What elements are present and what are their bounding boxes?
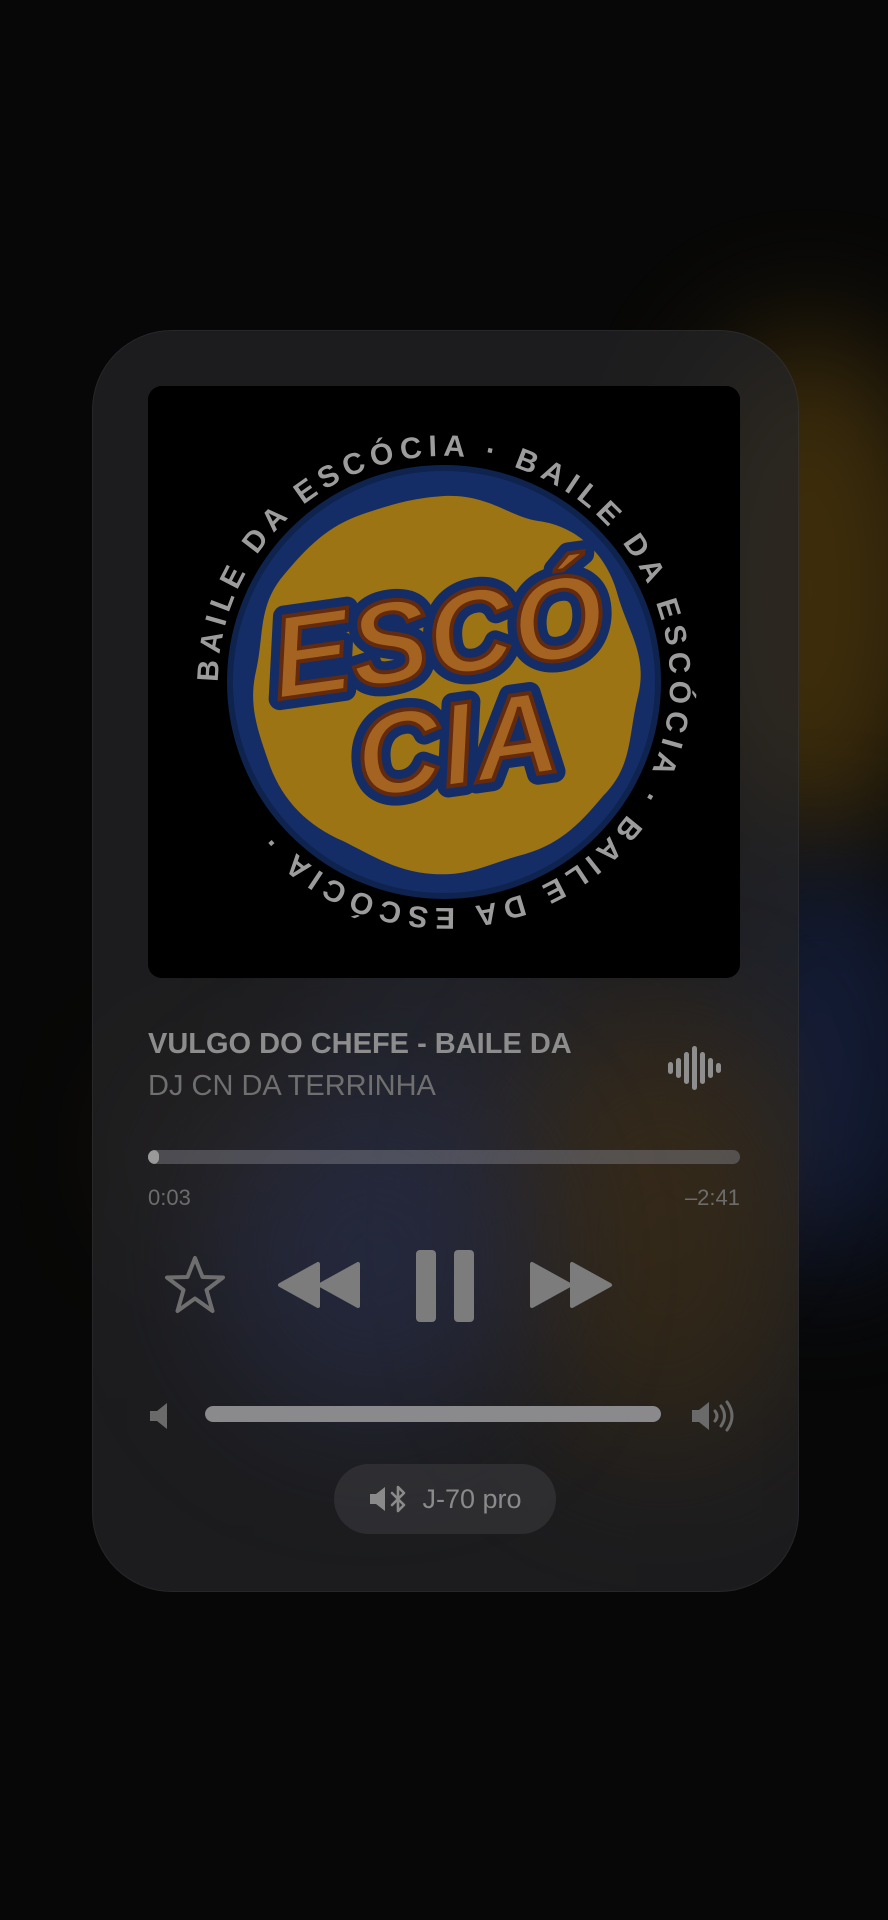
route-device-name: J-70 pro xyxy=(422,1483,522,1514)
pause-button[interactable] xyxy=(414,1248,476,1324)
pause-icon xyxy=(416,1250,474,1322)
favorite-button[interactable] xyxy=(164,1254,226,1316)
playback-scrubber[interactable] xyxy=(148,1150,740,1164)
remaining-time: –2:41 xyxy=(684,1185,740,1210)
rewind-icon xyxy=(278,1262,360,1308)
volume-low-icon xyxy=(148,1401,176,1431)
speaker-bluetooth-icon xyxy=(370,1485,406,1513)
elapsed-time: 0:03 xyxy=(148,1185,191,1210)
waveform-icon xyxy=(666,1044,722,1092)
track-artist[interactable]: DJ CN DA TERRINHA xyxy=(148,1070,628,1110)
fast-forward-icon xyxy=(530,1262,612,1308)
playback-progress-fill xyxy=(148,1150,159,1164)
fast-forward-button[interactable] xyxy=(528,1260,614,1310)
album-artwork[interactable]: BAILE DA ESCÓCIA · BAILE DA ESCÓCIA · BA… xyxy=(148,386,740,978)
volume-high-icon xyxy=(690,1399,738,1433)
star-icon xyxy=(165,1256,225,1313)
volume-slider[interactable] xyxy=(205,1406,661,1422)
track-title: VULGO DO CHEFE - BAILE DA xyxy=(148,1028,572,1060)
rewind-button[interactable] xyxy=(276,1260,362,1310)
audio-route-button[interactable]: J-70 pro xyxy=(334,1464,556,1534)
volume-level-fill xyxy=(205,1406,661,1422)
